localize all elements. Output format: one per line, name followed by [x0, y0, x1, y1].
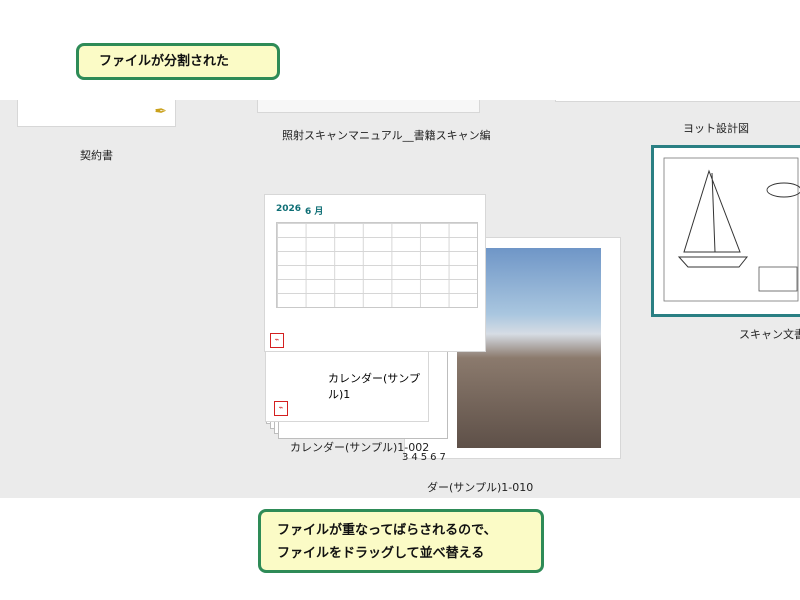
pdf-icon: ⌁: [270, 333, 284, 348]
contract-thumbnail[interactable]: ✒: [18, 100, 175, 126]
split-files-callout: ファイルが分割された: [76, 43, 280, 80]
manual-label: 照射スキャンマニュアル__書籍スキャン編: [282, 129, 491, 142]
yacht-label: ヨット設計図: [683, 122, 749, 135]
yacht-top-strip: [556, 100, 800, 101]
drag-files-callout: ファイルが重なってばらされるので、 ファイルをドラッグして並べ替える: [258, 509, 544, 573]
split-files-text: ファイルが分割された: [99, 54, 230, 69]
calendar-inner-label: カレンダー(サンプル)1: [328, 372, 420, 401]
calendar-year: 2026: [276, 204, 302, 214]
calendar-overlap-digits: 34567: [402, 452, 449, 463]
calendar-grid: [276, 222, 478, 308]
manual-thumbnail[interactable]: [258, 100, 479, 112]
calendar-label-010: ダー(サンプル)1-010: [427, 481, 534, 494]
contract-label: 契約書: [80, 149, 113, 162]
yacht-drawing-thumbnail[interactable]: [651, 145, 800, 317]
blueprint-drawing: [663, 157, 800, 302]
drag-instruction-line-1: ファイルが重なってばらされるので、: [277, 523, 497, 538]
calendar-month: 6 月: [305, 207, 324, 217]
pdf-icon: ⌁: [274, 401, 288, 416]
calendar-thumbnail-lower[interactable]: カレンダー(サンプル)1 ⌁: [266, 350, 428, 421]
scan-label: スキャン文書: [739, 328, 800, 341]
drag-instruction-line-2: ファイルをドラッグして並べ替える: [277, 546, 485, 561]
pen-icon: ✒: [154, 102, 167, 120]
